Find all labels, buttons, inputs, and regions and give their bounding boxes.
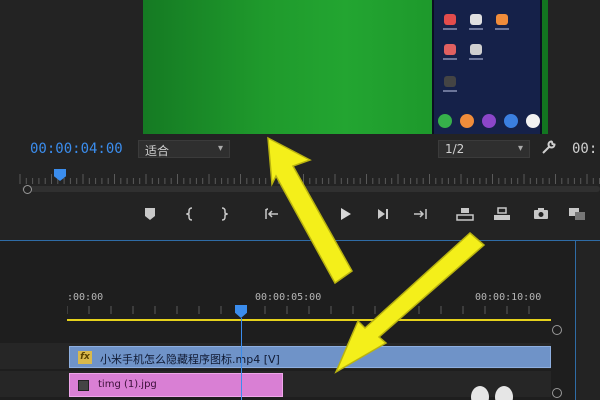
ruler-label-10s: 00:00:10:00 [475, 292, 542, 303]
marker-icon [145, 208, 155, 220]
mark-out-button[interactable] [214, 207, 234, 227]
vertical-scroll-handle-bottom[interactable] [552, 388, 562, 398]
playback-resolution-value: 1/2 [445, 142, 465, 156]
timeline-playhead-line [241, 318, 242, 400]
program-monitor: 00:00:04:00 适合 ▾ 1/2 ▾ 00: [0, 0, 600, 232]
mark-in-button[interactable] [180, 207, 200, 227]
phone-app-label [495, 28, 509, 30]
play-icon [341, 208, 351, 220]
timeline-panel: :00:00 00:00:05:00 00:00:10:00 fx 小米手机怎么… [0, 240, 600, 400]
phone-app-label [469, 28, 483, 30]
video-clip-name: 小米手机怎么隐藏程序图标.mp4 [V] [100, 353, 280, 366]
extract-button[interactable] [492, 207, 512, 227]
phone-app-icon [444, 44, 456, 55]
mark-in-icon [185, 207, 193, 221]
phone-dock-icon [482, 114, 496, 128]
phone-app-icon [444, 14, 456, 25]
ruler-label-0: :00:00 [67, 292, 104, 303]
chevron-down-icon: ▾ [517, 143, 523, 154]
phone-app-label [443, 28, 457, 30]
playhead-timecode[interactable]: 00:00:04:00 [30, 141, 123, 157]
phone-app-icon [470, 44, 482, 55]
fx-badge: fx [78, 351, 92, 364]
program-video-frame [143, 0, 548, 134]
go-to-out-icon [414, 209, 427, 219]
add-marker-button[interactable] [140, 207, 160, 227]
premiere-window: 00:00:04:00 适合 ▾ 1/2 ▾ 00::00:00 00:00:… [0, 0, 600, 400]
go-to-in-icon [265, 208, 278, 219]
vertical-scroll-handle-top[interactable] [552, 325, 562, 335]
go-to-out-button[interactable] [410, 207, 430, 227]
step-back-button[interactable] [298, 207, 318, 227]
step-forward-icon [378, 209, 388, 219]
lift-icon [456, 208, 474, 221]
ruler-label-5s: 00:00:05:00 [255, 292, 322, 303]
image-clip[interactable]: timg (1).jpg [69, 373, 283, 397]
phone-app-icon [444, 76, 456, 87]
mark-out-icon [221, 207, 229, 221]
phone-app-icon [470, 14, 482, 25]
chevron-down-icon: ▾ [217, 143, 223, 154]
step-back-icon [303, 209, 313, 219]
go-to-in-button[interactable] [262, 207, 282, 227]
lift-button[interactable] [455, 207, 475, 227]
play-button[interactable] [336, 207, 356, 227]
step-forward-button[interactable] [373, 207, 393, 227]
export-frame-button[interactable] [531, 207, 551, 227]
phone-screenshot [432, 0, 542, 134]
image-clip-name: timg (1).jpg [98, 379, 157, 390]
phone-dock-icon [460, 114, 474, 128]
camera-icon [534, 208, 548, 219]
scrollbar-handle-left[interactable] [23, 185, 32, 194]
extract-icon [494, 207, 510, 220]
zoom-scrollbar[interactable] [22, 186, 600, 192]
phone-dock-icon [504, 114, 518, 128]
compare-icon [569, 208, 585, 220]
image-icon [78, 380, 89, 391]
fit-zoom-value: 适合 [145, 144, 170, 158]
phone-dock-icon [438, 114, 452, 128]
phone-app-icon [496, 14, 508, 25]
playback-resolution-select[interactable]: 1/2 ▾ [438, 140, 530, 158]
work-area-bar[interactable] [67, 319, 551, 321]
phone-app-label [443, 90, 457, 92]
wrench-icon[interactable] [541, 139, 557, 159]
comparison-view-button[interactable] [567, 207, 587, 227]
video-clip[interactable]: fx 小米手机怎么隐藏程序图标.mp4 [V] [69, 346, 551, 368]
phone-dock-icon [526, 114, 540, 128]
timeline-ruler[interactable]: :00:00 00:00:05:00 00:00:10:00 [67, 286, 575, 316]
duration-timecode: 00: [572, 141, 598, 157]
monitor-time-ruler[interactable] [18, 168, 600, 186]
phone-app-label [443, 58, 457, 60]
timeline-right-edge [575, 241, 600, 400]
phone-app-label [469, 58, 483, 60]
fit-zoom-select[interactable]: 适合 ▾ [138, 140, 230, 158]
